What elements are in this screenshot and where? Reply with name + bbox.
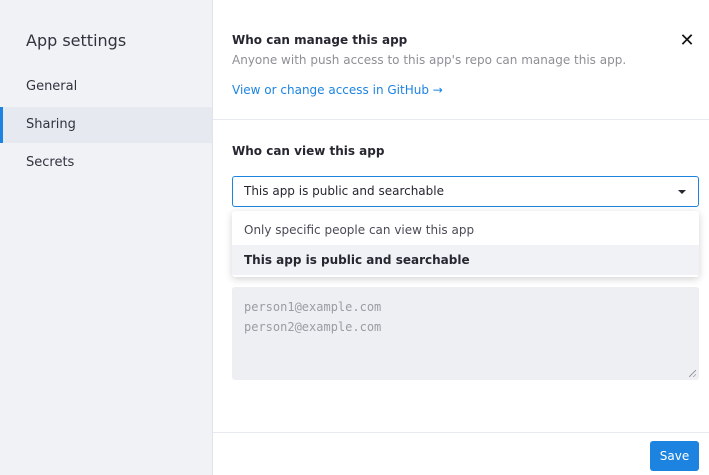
save-button[interactable]: Save: [650, 441, 699, 471]
emails-placeholder-line: person1@example.com: [244, 300, 382, 314]
sidebar-item-secrets[interactable]: Secrets: [0, 145, 212, 181]
section-divider: [213, 119, 709, 120]
resize-handle-icon[interactable]: [689, 370, 696, 377]
close-icon[interactable]: ✕: [679, 32, 695, 50]
emails-placeholder-line: person2@example.com: [244, 320, 382, 334]
viewer-emails-textarea[interactable]: person1@example.com person2@example.com: [232, 287, 699, 380]
visibility-dropdown-menu: Only specific people can view this app T…: [232, 211, 699, 277]
caret-down-icon: [678, 190, 686, 194]
app-settings-modal: App settings General Sharing Secrets ✕ W…: [0, 0, 709, 475]
sidebar-item-general[interactable]: General: [0, 69, 212, 105]
visibility-select[interactable]: This app is public and searchable: [232, 176, 699, 207]
option-specific-people[interactable]: Only specific people can view this app: [232, 215, 699, 245]
footer-divider: [213, 432, 709, 433]
sidebar-item-sharing[interactable]: Sharing: [0, 107, 212, 143]
settings-sidebar: App settings General Sharing Secrets: [0, 0, 213, 475]
settings-main-panel: ✕ Who can manage this app Anyone with pu…: [213, 0, 709, 475]
manage-section-title: Who can manage this app: [232, 33, 408, 47]
visibility-select-value: This app is public and searchable: [244, 184, 444, 198]
github-access-link[interactable]: View or change access in GitHub →: [232, 83, 443, 97]
view-section-title: Who can view this app: [232, 144, 385, 158]
option-public-searchable[interactable]: This app is public and searchable: [232, 245, 699, 275]
sidebar-title: App settings: [26, 31, 127, 50]
manage-section-description: Anyone with push access to this app's re…: [232, 53, 627, 67]
